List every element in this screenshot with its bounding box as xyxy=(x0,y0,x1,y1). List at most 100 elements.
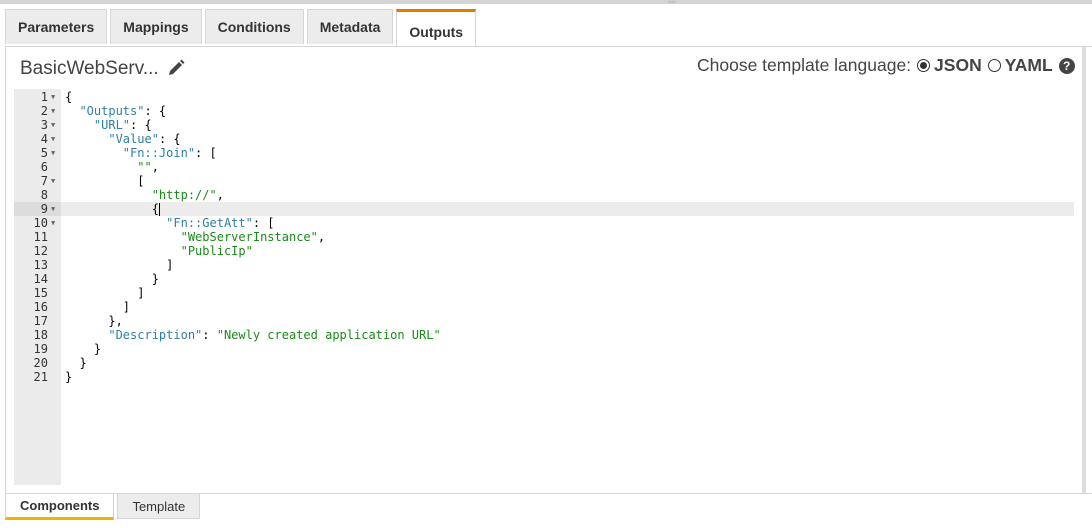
fold-arrow-icon[interactable]: ▼ xyxy=(51,132,55,146)
line-number: 12 xyxy=(33,244,48,258)
tab-template[interactable]: Template xyxy=(117,494,201,519)
json-key: "URL" xyxy=(93,118,131,132)
code-text: { xyxy=(65,90,72,104)
tab-components[interactable]: Components xyxy=(5,494,115,520)
json-punctuation: ] xyxy=(65,300,131,314)
yaml-radio[interactable] xyxy=(987,59,1001,72)
code-text: "Outputs": { xyxy=(65,104,166,118)
code-line[interactable]: 17 }, xyxy=(14,314,1074,328)
line-number: 13 xyxy=(33,258,48,272)
pencil-icon[interactable] xyxy=(166,58,186,78)
code-line[interactable]: 3 ▼ "URL": { xyxy=(14,118,1074,132)
json-punctuation xyxy=(65,160,137,174)
code-text: "Fn::Join": [ xyxy=(65,146,217,160)
json-punctuation: : { xyxy=(158,132,181,146)
json-punctuation xyxy=(65,230,181,244)
code-text: ] xyxy=(65,258,173,272)
json-string: "" xyxy=(137,160,152,174)
tab-outputs[interactable]: Outputs xyxy=(396,9,477,47)
code-line[interactable]: 12 "PublicIp" xyxy=(14,244,1074,258)
line-number: 21 xyxy=(33,370,48,384)
section-tabs: Parameters Mappings Conditions Metadata … xyxy=(5,9,477,47)
json-option-label[interactable]: JSON xyxy=(934,55,982,76)
top-resize-bar[interactable]: ⁞⁞⁞⁞ xyxy=(0,0,1092,5)
bottom-tabs: Components Template xyxy=(5,493,1092,520)
json-punctuation xyxy=(65,244,181,258)
json-punctuation: ] xyxy=(65,258,174,272)
code-text: "http://", xyxy=(65,188,224,202)
template-language-selector: Choose template language: JSON YAML ? xyxy=(697,55,1075,76)
tab-conditions[interactable]: Conditions xyxy=(204,9,304,44)
json-punctuation: : [ xyxy=(195,146,217,160)
line-number: 19 xyxy=(33,342,48,356)
fold-arrow-icon[interactable]: ▼ xyxy=(51,104,55,118)
json-punctuation: { xyxy=(65,202,159,216)
tab-mappings[interactable]: Mappings xyxy=(110,9,202,44)
json-punctuation xyxy=(65,132,108,146)
code-text: "WebServerInstance", xyxy=(65,230,326,244)
code-line[interactable]: 9 ▼ { xyxy=(14,202,1074,216)
json-punctuation xyxy=(65,146,123,160)
json-punctuation xyxy=(65,188,152,202)
code-line[interactable]: 10 ▼ "Fn::GetAtt": [ xyxy=(14,216,1074,230)
fold-arrow-icon[interactable]: ▼ xyxy=(51,202,55,216)
json-radio[interactable] xyxy=(917,59,931,72)
code-line[interactable]: 13 ] xyxy=(14,258,1074,272)
code-text: } xyxy=(65,342,101,356)
json-key: "Outputs" xyxy=(79,104,145,118)
code-line[interactable]: 14 } xyxy=(14,272,1074,286)
code-line[interactable]: 1 ▼{ xyxy=(14,90,1074,104)
code-line[interactable]: 18 "Description": "Newly created applica… xyxy=(14,328,1074,342)
yaml-option-label[interactable]: YAML xyxy=(1005,55,1053,76)
json-punctuation: : { xyxy=(144,104,167,118)
code-text: ] xyxy=(65,300,130,314)
json-punctuation xyxy=(65,118,94,132)
code-text: [ xyxy=(65,174,144,188)
code-line[interactable]: 5 ▼ "Fn::Join": [ xyxy=(14,146,1074,160)
code-line[interactable]: 15 ] xyxy=(14,286,1074,300)
json-punctuation: } xyxy=(65,272,159,286)
code-editor[interactable]: 1 ▼{2 ▼ "Outputs": {3 ▼ "URL": {4 ▼ "Value":… xyxy=(14,89,1074,485)
fold-arrow-icon[interactable]: ▼ xyxy=(51,216,55,230)
code-line[interactable]: 4 ▼ "Value": { xyxy=(14,132,1074,146)
line-number: 17 xyxy=(33,314,48,328)
code-line[interactable]: 16 ] xyxy=(14,300,1074,314)
vertical-scrollbar[interactable] xyxy=(1082,47,1086,493)
fold-arrow-icon[interactable]: ▼ xyxy=(51,118,55,132)
fold-arrow-icon[interactable]: ▼ xyxy=(51,146,55,160)
line-number: 6 xyxy=(40,160,48,174)
code-line[interactable]: 21} xyxy=(14,370,1074,384)
json-string: "WebServerInstance" xyxy=(180,230,318,244)
line-number: 18 xyxy=(33,328,48,342)
json-string: "http://" xyxy=(151,188,217,202)
json-punctuation: } xyxy=(65,342,102,356)
json-punctuation: : { xyxy=(130,118,152,132)
code-line[interactable]: 19 } xyxy=(14,342,1074,356)
json-punctuation xyxy=(65,216,166,230)
code-line[interactable]: 7 ▼ [ xyxy=(14,174,1074,188)
code-text: { xyxy=(65,202,161,216)
json-punctuation: : [ xyxy=(252,216,275,230)
code-line[interactable]: 20 } xyxy=(14,356,1074,370)
json-string: "PublicIp" xyxy=(180,244,253,258)
resize-grip-icon[interactable]: ⁞⁞⁞⁞ xyxy=(668,0,676,5)
code-line[interactable]: 11 "WebServerInstance", xyxy=(14,230,1074,244)
json-punctuation: }, xyxy=(65,314,123,328)
fold-arrow-icon[interactable]: ▼ xyxy=(51,174,55,188)
code-text: ] xyxy=(65,286,144,300)
template-title: BasicWebServ... xyxy=(20,58,159,79)
json-punctuation: , xyxy=(151,160,159,174)
question-circle-icon[interactable]: ? xyxy=(1058,57,1075,74)
tab-metadata[interactable]: Metadata xyxy=(306,9,394,44)
fold-arrow-icon[interactable]: ▼ xyxy=(51,90,55,104)
code-text: "PublicIp" xyxy=(65,244,253,258)
json-key: "Fn::GetAtt" xyxy=(166,216,253,230)
tab-parameters[interactable]: Parameters xyxy=(5,9,108,44)
code-line[interactable]: 6 "", xyxy=(14,160,1074,174)
code-line[interactable]: 2 ▼ "Outputs": { xyxy=(14,104,1074,118)
line-number: 14 xyxy=(33,272,48,286)
code-text: "Value": { xyxy=(65,132,181,146)
json-punctuation: ] xyxy=(65,286,145,300)
line-number: 20 xyxy=(33,356,48,370)
code-line[interactable]: 8 "http://", xyxy=(14,188,1074,202)
